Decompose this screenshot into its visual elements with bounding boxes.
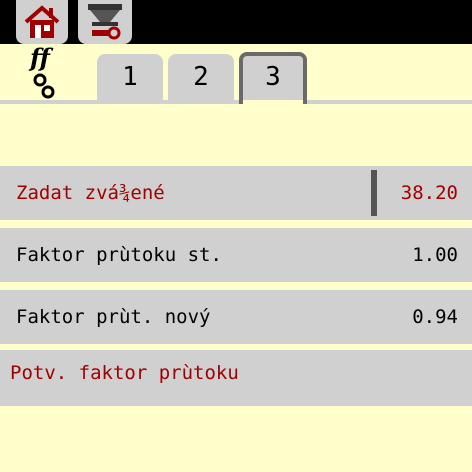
old-flow-factor-label: Faktor prùtoku st. (16, 244, 222, 266)
tab-1[interactable]: 1 (97, 54, 163, 100)
machine-tools-icon (88, 4, 122, 40)
active-tab-indicator (243, 100, 303, 104)
new-flow-factor-row: Faktor prùt. nový 0.94 (0, 290, 472, 344)
home-button[interactable] (16, 0, 68, 44)
edit-cursor-bar (371, 170, 377, 216)
old-flow-factor-value: 1.00 (412, 244, 458, 266)
tab-underline (0, 100, 472, 104)
tab-3[interactable]: 3 (239, 52, 307, 104)
machine-settings-button[interactable] (78, 0, 132, 44)
old-flow-factor-row: Faktor prùtoku st. 1.00 (0, 228, 472, 282)
top-toolbar (0, 0, 472, 44)
new-flow-factor-label: Faktor prùt. nový (16, 306, 211, 328)
weighed-quantity-value: 38.20 (400, 182, 458, 204)
flow-factor-gears-icon: ff (28, 43, 68, 100)
home-icon (24, 5, 60, 38)
confirm-flow-factor-button[interactable]: Potv. faktor prùtoku (0, 350, 472, 406)
confirm-flow-factor-label: Potv. faktor prùtoku (10, 362, 239, 384)
weighed-quantity-label: Zadat zvá¾ené (16, 182, 165, 204)
tab-2[interactable]: 2 (168, 54, 234, 100)
svg-text:ff: ff (28, 44, 54, 72)
new-flow-factor-value: 0.94 (412, 306, 458, 328)
weighed-quantity-row[interactable]: Zadat zvá¾ené 38.20 (0, 166, 472, 220)
